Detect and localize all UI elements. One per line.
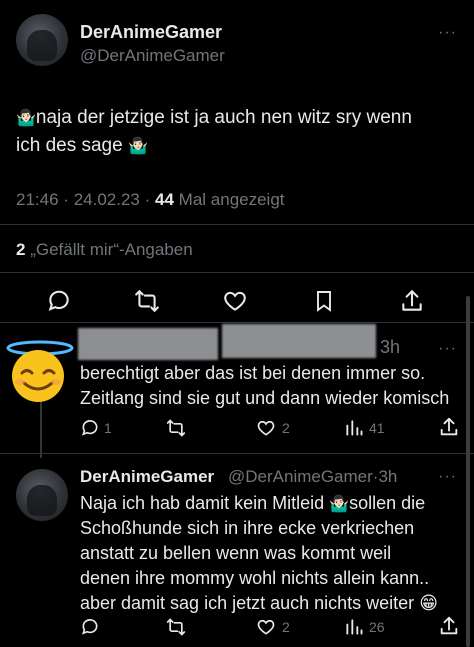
author-avatar[interactable]: [16, 469, 68, 521]
views-icon[interactable]: [344, 418, 364, 438]
bookmark-icon[interactable]: [312, 288, 336, 314]
author-handle[interactable]: @DerAnimeGamer: [80, 46, 225, 66]
reply-text-line: Naja ich hab damit kein Mitleid 🤷🏻‍♂️sol…: [80, 491, 465, 517]
views-icon[interactable]: [344, 617, 364, 637]
more-options-icon[interactable]: ···: [438, 468, 457, 486]
share-icon[interactable]: [438, 416, 460, 438]
grin-emoji: 😁: [419, 593, 438, 613]
tweet-date[interactable]: 24.02.23: [74, 190, 140, 209]
reply-text-line: aber damit sag ich jetzt auch nichts wei…: [80, 593, 438, 613]
author-name[interactable]: DerAnimeGamer: [80, 467, 214, 487]
retweet-icon[interactable]: [134, 288, 160, 314]
reply-text-line: Zeitlang sind sie gut und dann wieder ko…: [80, 388, 450, 408]
author-avatar[interactable]: [16, 14, 68, 66]
reply-icon[interactable]: [46, 288, 72, 314]
heart-icon[interactable]: [222, 288, 248, 314]
redacted-handle: [222, 324, 376, 358]
retweet-icon[interactable]: [165, 418, 187, 438]
tweet-time[interactable]: 21:46: [16, 190, 59, 209]
author-name[interactable]: DerAnimeGamer: [80, 22, 222, 43]
heart-icon[interactable]: [255, 617, 277, 637]
main-tweet: DerAnimeGamer @DerAnimeGamer ··· 🤷🏻‍♂️na…: [0, 0, 474, 323]
reply-icon[interactable]: [80, 617, 100, 637]
scrollbar[interactable]: [466, 296, 470, 647]
shrug-emoji: 🤷🏻‍♂️: [127, 138, 148, 155]
heart-icon[interactable]: [255, 418, 277, 438]
thread-line: [40, 398, 42, 458]
tweet-text: 🤷🏻‍♂️naja der jetzige ist ja auch nen wi…: [16, 104, 461, 160]
shrug-emoji: 🤷🏻‍♂️: [329, 496, 350, 513]
share-icon[interactable]: [438, 615, 460, 637]
view-count: 41: [369, 420, 385, 436]
likes-summary[interactable]: 2 „Gefällt mir“-Angaben: [16, 240, 193, 260]
tweet-meta: 21:46 · 24.02.23 · 44 Mal angezeigt: [16, 190, 285, 209]
more-options-icon[interactable]: ···: [438, 24, 457, 42]
like-count: 2: [282, 619, 290, 635]
retweet-icon[interactable]: [165, 617, 187, 637]
views-label: Mal angezeigt: [178, 190, 285, 209]
views-count: 44: [155, 190, 174, 209]
likes-label: „Gefällt mir“-Angaben: [30, 240, 193, 259]
shrug-emoji: 🤷🏻‍♂️: [16, 110, 36, 127]
share-icon[interactable]: [399, 288, 425, 314]
view-count: 26: [369, 619, 385, 635]
tweet-text-part2: ich des sage: [16, 135, 123, 156]
tweet-text-part1: naja der jetzige ist ja auch nen witz sr…: [35, 107, 412, 128]
halo-emoji-avatar[interactable]: [4, 340, 74, 402]
reply-text-line: Schoßhunde sich in ihre ecke verkriechen: [80, 518, 415, 538]
divider: [0, 272, 474, 273]
reply-icon[interactable]: [80, 418, 100, 438]
reply-time[interactable]: 3h: [380, 337, 400, 358]
reply-text-line: berechtigt aber das ist bei denen immer …: [80, 363, 426, 383]
reply-text-line: anstatt zu bellen wenn was kommt weil: [80, 543, 392, 563]
reply-time: 3h: [378, 467, 398, 486]
divider: [0, 224, 474, 225]
like-count: 2: [282, 420, 290, 436]
likes-count: 2: [16, 240, 26, 259]
reply-text-line: denen ihre mommy wohl nichts allein kann…: [80, 568, 430, 588]
main-action-bar: [0, 286, 474, 314]
author-handle[interactable]: @DerAnimeGamer·3h: [228, 467, 397, 487]
more-options-icon[interactable]: ···: [438, 340, 457, 358]
redacted-name: [78, 328, 218, 360]
reply-count: 1: [104, 420, 112, 436]
